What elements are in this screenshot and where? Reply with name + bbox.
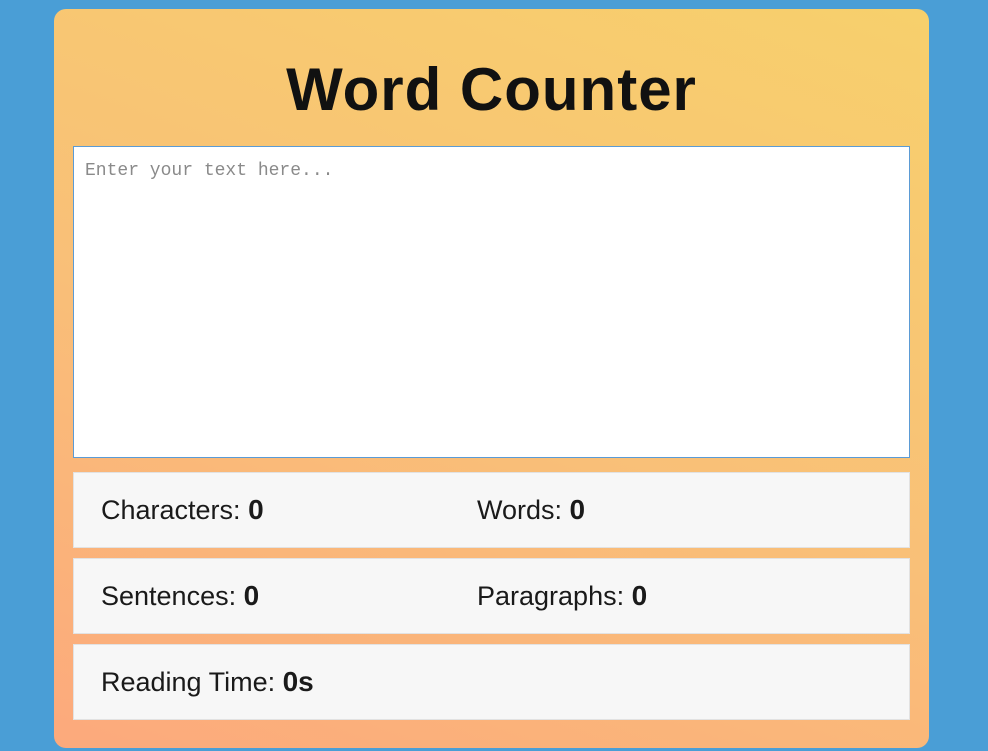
reading-time-value: 0s	[282, 666, 314, 697]
reading-time-label: Reading Time:	[101, 667, 276, 697]
sentences-value: 0	[243, 580, 260, 611]
reading-time-stat: Reading Time: 0s	[101, 645, 314, 719]
stats-row-reading-time: Reading Time: 0s	[73, 644, 910, 720]
page-title: Word Counter	[286, 56, 697, 123]
sentences-stat: Sentences: 0	[101, 559, 259, 633]
characters-label: Characters:	[101, 495, 241, 525]
text-input[interactable]	[73, 146, 910, 458]
words-stat: Words: 0	[477, 473, 585, 547]
characters-stat: Characters: 0	[101, 473, 264, 547]
characters-value: 0	[248, 494, 264, 525]
paragraphs-stat: Paragraphs: 0	[477, 559, 647, 633]
stats-row-structure: Sentences: 0 Paragraphs: 0	[73, 558, 910, 634]
words-value: 0	[569, 494, 586, 525]
paragraphs-value: 0	[631, 580, 648, 611]
paragraphs-label: Paragraphs:	[477, 581, 625, 611]
stats-row-counts: Characters: 0 Words: 0	[73, 472, 910, 548]
word-counter-card: Word Counter Characters: 0 Words: 0 Sent…	[54, 9, 929, 748]
words-label: Words:	[477, 495, 563, 525]
sentences-label: Sentences:	[101, 581, 237, 611]
